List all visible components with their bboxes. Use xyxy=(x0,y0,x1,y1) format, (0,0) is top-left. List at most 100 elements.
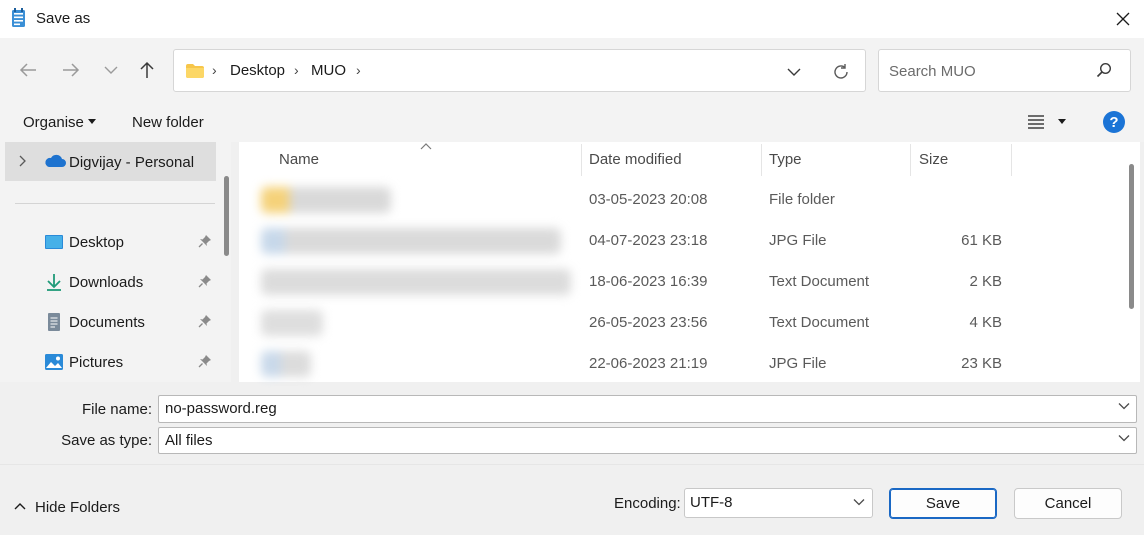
command-bar: Organise New folder ? xyxy=(0,102,1144,142)
file-type: JPG File xyxy=(769,355,827,372)
search-input[interactable]: Search MUO xyxy=(889,63,976,80)
window-title: Save as xyxy=(36,10,91,27)
chevron-down-icon xyxy=(104,66,118,74)
chevron-down-icon[interactable] xyxy=(1118,434,1130,442)
back-button[interactable] xyxy=(13,56,43,84)
search-box[interactable]: Search MUO xyxy=(878,49,1131,92)
pin-icon[interactable] xyxy=(198,314,212,328)
file-list-scrollbar-thumb[interactable] xyxy=(1129,164,1134,309)
encoding-label: Encoding: xyxy=(614,495,681,512)
breadcrumb-separator[interactable]: › xyxy=(356,62,361,78)
column-divider[interactable] xyxy=(910,144,911,176)
sidebar-scrollbar-thumb[interactable] xyxy=(224,176,229,256)
save-as-type-value: All files xyxy=(165,432,213,449)
blurred-file-name xyxy=(261,351,311,377)
sidebar-item-label: Digvijay - Personal xyxy=(69,154,195,171)
arrow-right-icon xyxy=(63,63,80,77)
sidebar-divider xyxy=(15,203,215,204)
encoding-select[interactable]: UTF-8 xyxy=(684,488,873,518)
caret-down-icon[interactable] xyxy=(88,119,96,124)
file-name-field[interactable]: no-password.reg xyxy=(158,395,1137,423)
breadcrumb-desktop[interactable]: Desktop xyxy=(230,62,285,79)
recent-locations-button[interactable] xyxy=(96,56,126,84)
dialog-footer: Hide Folders Encoding: UTF-8 Save Cancel xyxy=(0,464,1144,535)
file-size: 2 KB xyxy=(969,273,1002,290)
file-type: Text Document xyxy=(769,314,870,331)
sidebar-item-label: Downloads xyxy=(69,274,144,291)
search-icon[interactable] xyxy=(1096,62,1112,78)
chevron-up-icon[interactable] xyxy=(14,502,26,510)
file-date: 04-07-2023 23:18 xyxy=(589,232,708,249)
new-folder-button[interactable]: New folder xyxy=(132,114,204,131)
save-button[interactable]: Save xyxy=(889,488,997,519)
file-name-label: File name: xyxy=(81,401,152,418)
arrow-left-icon xyxy=(19,63,36,77)
address-bar[interactable]: › Desktop › MUO › xyxy=(173,49,866,92)
column-divider[interactable] xyxy=(761,144,762,176)
up-button[interactable] xyxy=(132,56,162,84)
breadcrumb-separator: › xyxy=(212,62,217,78)
arrow-up-icon xyxy=(140,61,154,78)
hide-folders-button[interactable]: Hide Folders xyxy=(35,499,120,516)
breadcrumb-separator[interactable]: › xyxy=(294,62,299,78)
file-type: JPG File xyxy=(769,232,827,249)
sort-ascending-icon xyxy=(420,143,432,150)
pin-icon[interactable] xyxy=(198,274,212,288)
chevron-down-icon[interactable] xyxy=(853,498,865,506)
sidebar-item-pictures[interactable]: Pictures xyxy=(0,344,220,380)
table-row[interactable]: 22-06-2023 21:19 JPG File 23 KB xyxy=(239,344,1119,384)
cancel-button[interactable]: Cancel xyxy=(1014,488,1122,519)
refresh-button[interactable] xyxy=(828,60,854,84)
folder-icon xyxy=(186,64,204,78)
table-row[interactable]: 04-07-2023 23:18 JPG File 61 KB xyxy=(239,221,1119,261)
pin-icon[interactable] xyxy=(198,234,212,248)
address-history-button[interactable] xyxy=(782,62,806,82)
notepad-icon xyxy=(12,8,25,27)
blurred-file-name xyxy=(261,187,391,213)
chevron-down-icon xyxy=(787,68,801,76)
save-as-type-select[interactable]: All files xyxy=(158,427,1137,454)
column-divider[interactable] xyxy=(581,144,582,176)
sidebar-item-downloads[interactable]: Downloads xyxy=(0,264,220,300)
organise-button[interactable]: Organise xyxy=(23,114,84,131)
download-icon xyxy=(47,274,61,291)
save-as-type-label: Save as type: xyxy=(61,432,152,449)
blurred-file-name xyxy=(261,228,561,254)
chevron-right-icon[interactable] xyxy=(19,155,27,167)
file-list: Name Date modified Type Size 03-05-2023 … xyxy=(239,142,1140,382)
help-icon[interactable]: ? xyxy=(1103,111,1125,133)
blurred-file-name xyxy=(261,310,323,336)
forward-button[interactable] xyxy=(56,56,86,84)
file-type: File folder xyxy=(769,191,835,208)
refresh-icon xyxy=(834,64,848,79)
column-header-size[interactable]: Size xyxy=(919,151,948,168)
breadcrumb-muo[interactable]: MUO xyxy=(311,62,346,79)
file-date: 03-05-2023 20:08 xyxy=(589,191,708,208)
chevron-down-icon[interactable] xyxy=(1118,402,1130,410)
document-icon xyxy=(48,313,60,331)
column-header-name[interactable]: Name xyxy=(279,151,319,168)
file-date: 22-06-2023 21:19 xyxy=(589,355,708,372)
pin-icon[interactable] xyxy=(198,354,212,368)
table-row[interactable]: 03-05-2023 20:08 File folder xyxy=(239,180,1119,220)
caret-down-icon[interactable] xyxy=(1058,119,1066,124)
sidebar-item-label: Desktop xyxy=(69,234,125,251)
column-header-type[interactable]: Type xyxy=(769,151,802,168)
sidebar-item-desktop[interactable]: Desktop xyxy=(0,224,220,260)
pictures-icon xyxy=(45,354,63,370)
sidebar-item-onedrive[interactable]: Digvijay - Personal xyxy=(5,142,216,181)
file-name-input[interactable]: no-password.reg xyxy=(165,400,277,417)
file-size: 61 KB xyxy=(961,232,1002,249)
close-icon xyxy=(1116,12,1130,26)
navigation-bar: › Desktop › MUO › Search MUO xyxy=(0,38,1144,102)
sidebar-item-documents[interactable]: Documents xyxy=(0,304,220,340)
column-divider[interactable] xyxy=(1011,144,1012,176)
details-view-icon[interactable] xyxy=(1028,115,1044,129)
close-button[interactable] xyxy=(1108,4,1138,34)
table-row[interactable]: 18-06-2023 16:39 Text Document 2 KB xyxy=(239,262,1119,302)
sidebar-item-label: Documents xyxy=(69,314,145,331)
file-size: 4 KB xyxy=(969,314,1002,331)
table-row[interactable]: 26-05-2023 23:56 Text Document 4 KB xyxy=(239,303,1119,343)
column-header-date-modified[interactable]: Date modified xyxy=(589,151,682,168)
navigation-pane: Digvijay - Personal Desktop Downloads Do… xyxy=(0,142,231,382)
